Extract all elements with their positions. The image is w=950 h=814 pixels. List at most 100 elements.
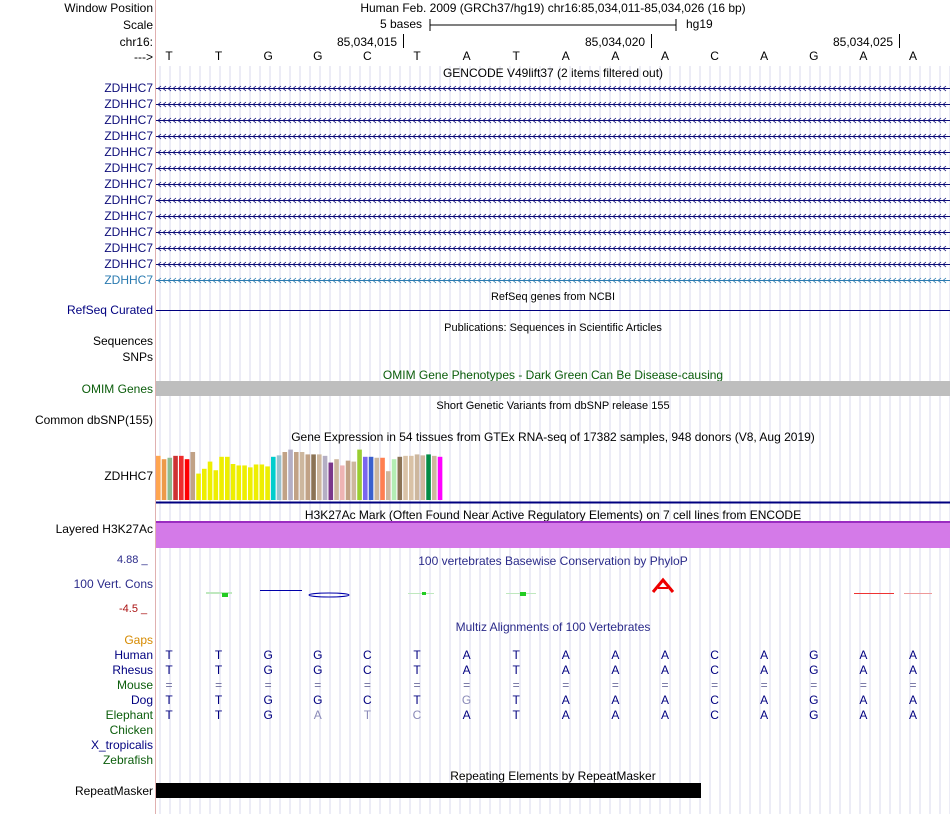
gtex-tissue-bar[interactable] (161, 459, 167, 500)
gencode-transcript-label[interactable]: ZDHHC7 (0, 208, 153, 224)
gtex-tissue-bar[interactable] (409, 455, 414, 500)
gtex-tissue-bar[interactable] (282, 452, 288, 500)
gencode-transcripts[interactable] (156, 80, 950, 288)
sequence-base[interactable]: C (705, 49, 725, 63)
gtex-tissue-bar[interactable] (179, 455, 184, 500)
gencode-transcript-label[interactable]: ZDHHC7 (0, 112, 153, 128)
repeatmasker-element[interactable] (156, 783, 701, 798)
gtex-tissue-bar[interactable] (167, 457, 173, 500)
sequence-base[interactable]: A (903, 49, 923, 63)
dbsnp-title[interactable]: Short Genetic Variants from dbSNP releas… (156, 399, 950, 413)
gencode-transcript-label[interactable]: ZDHHC7 (0, 160, 153, 176)
phylop-title[interactable]: 100 vertebrates Basewise Conservation by… (156, 554, 950, 568)
sequence-base[interactable]: T (407, 49, 427, 63)
species-label[interactable]: Rhesus (0, 662, 153, 678)
snps-label[interactable]: SNPs (0, 349, 153, 365)
sequence-base[interactable]: A (605, 49, 625, 63)
gtex-tissue-bar[interactable] (225, 456, 230, 500)
gtex-bar-chart[interactable] (156, 440, 950, 504)
gtex-tissue-bar[interactable] (403, 455, 408, 500)
sequence-base[interactable]: C (357, 49, 377, 63)
species-label[interactable]: X_tropicalis (0, 737, 153, 753)
phylop-label[interactable]: 100 Vert. Cons (0, 576, 153, 592)
gtex-tissue-bar[interactable] (420, 455, 426, 500)
publications-title[interactable]: Publications: Sequences in Scientific Ar… (156, 321, 950, 335)
gtex-tissue-bar[interactable] (299, 452, 305, 500)
omim-label[interactable]: OMIM Genes (0, 381, 153, 397)
repeatmasker-label[interactable]: RepeatMasker (0, 783, 153, 799)
multiz-title[interactable]: Multiz Alignments of 100 Vertebrates (156, 620, 950, 634)
gencode-transcript-label[interactable]: ZDHHC7 (0, 192, 153, 208)
gtex-tissue-bar[interactable] (391, 459, 397, 500)
sequences-label[interactable]: Sequences (0, 333, 153, 349)
gtex-tissue-bar[interactable] (248, 467, 253, 500)
gtex-tissue-bar[interactable] (340, 465, 345, 500)
gtex-tissue-bar[interactable] (414, 454, 420, 500)
sequence-base[interactable]: T (159, 49, 179, 63)
gtex-tissue-bar[interactable] (345, 460, 351, 500)
gtex-tissue-bar[interactable] (363, 456, 368, 500)
gtex-tissue-bar[interactable] (173, 455, 178, 500)
sequence-base[interactable]: G (804, 49, 824, 63)
gtex-tissue-bar[interactable] (184, 459, 190, 500)
gtex-tissue-bar[interactable] (253, 464, 259, 500)
gencode-transcript-label[interactable]: ZDHHC7 (0, 96, 153, 112)
gaps-label[interactable]: Gaps (0, 632, 153, 648)
gtex-tissue-bar[interactable] (196, 473, 201, 500)
sequence-base[interactable]: T (209, 49, 229, 63)
gtex-tissue-bar[interactable] (265, 466, 270, 500)
sequence-base[interactable]: A (754, 49, 774, 63)
gencode-transcript-label[interactable]: ZDHHC7 (0, 176, 153, 192)
gtex-tissue-bar[interactable] (305, 454, 311, 500)
species-label[interactable]: Chicken (0, 722, 153, 738)
gtex-tissue-bar[interactable] (368, 456, 374, 500)
species-label[interactable]: Mouse (0, 677, 153, 693)
gencode-title[interactable]: GENCODE V49lift37 (2 items filtered out) (156, 66, 950, 80)
gtex-tissue-bar[interactable] (219, 456, 224, 500)
gtex-tissue-bar[interactable] (190, 452, 196, 500)
gtex-tissue-bar[interactable] (236, 465, 242, 500)
gtex-tissue-bar[interactable] (397, 456, 403, 500)
gtex-tissue-bar[interactable] (288, 449, 293, 500)
sequence-base[interactable]: A (556, 49, 576, 63)
refseq-gene-line[interactable] (156, 310, 950, 311)
sequence-base[interactable]: A (655, 49, 675, 63)
gtex-tissue-bar[interactable] (311, 454, 316, 500)
gtex-tissue-bar[interactable] (374, 457, 380, 500)
h3k27ac-signal[interactable] (156, 519, 950, 551)
gtex-tissue-bar[interactable] (322, 455, 328, 500)
h3k27ac-fill[interactable] (156, 522, 950, 548)
gtex-tissue-bar[interactable] (386, 471, 391, 500)
gtex-tissue-bar[interactable] (380, 457, 385, 500)
gencode-transcript-label[interactable]: ZDHHC7 (0, 272, 153, 288)
sequence-base[interactable]: A (853, 49, 873, 63)
gtex-tissue-bar[interactable] (259, 464, 265, 500)
omim-title[interactable]: OMIM Gene Phenotypes - Dark Green Can Be… (156, 368, 950, 382)
gencode-transcript-label[interactable]: ZDHHC7 (0, 128, 153, 144)
gtex-tissue-bar[interactable] (357, 449, 362, 500)
gtex-tissue-bar[interactable] (207, 461, 213, 500)
gencode-transcript-label[interactable]: ZDHHC7 (0, 256, 153, 272)
species-label[interactable]: Dog (0, 692, 153, 708)
gtex-tissue-bar[interactable] (230, 464, 236, 500)
h3k27ac-label[interactable]: Layered H3K27Ac (0, 521, 153, 537)
gencode-transcript-label[interactable]: ZDHHC7 (0, 144, 153, 160)
sequence-base[interactable]: G (308, 49, 328, 63)
gtex-tissue-bar[interactable] (242, 465, 247, 500)
gtex-tissue-bar[interactable] (271, 456, 276, 500)
gencode-transcript-label[interactable]: ZDHHC7 (0, 240, 153, 256)
refseq-label[interactable]: RefSeq Curated (0, 302, 153, 318)
dbsnp-label[interactable]: Common dbSNP(155) (0, 412, 153, 428)
sequence-base[interactable]: A (457, 49, 477, 63)
gtex-tissue-bar[interactable] (276, 455, 282, 500)
gencode-transcript-label[interactable]: ZDHHC7 (0, 224, 153, 240)
gtex-tissue-bar[interactable] (294, 452, 299, 500)
gtex-tissue-bar[interactable] (317, 454, 322, 500)
gtex-tissue-bar[interactable] (351, 461, 357, 500)
gtex-tissue-bar[interactable] (156, 455, 161, 500)
sequence-base[interactable]: G (258, 49, 278, 63)
gtex-tissue-bar[interactable] (202, 468, 207, 500)
gtex-tissue-bar[interactable] (213, 470, 219, 500)
phylop-signal[interactable] (156, 574, 950, 604)
gtex-tissue-bar[interactable] (334, 459, 339, 500)
